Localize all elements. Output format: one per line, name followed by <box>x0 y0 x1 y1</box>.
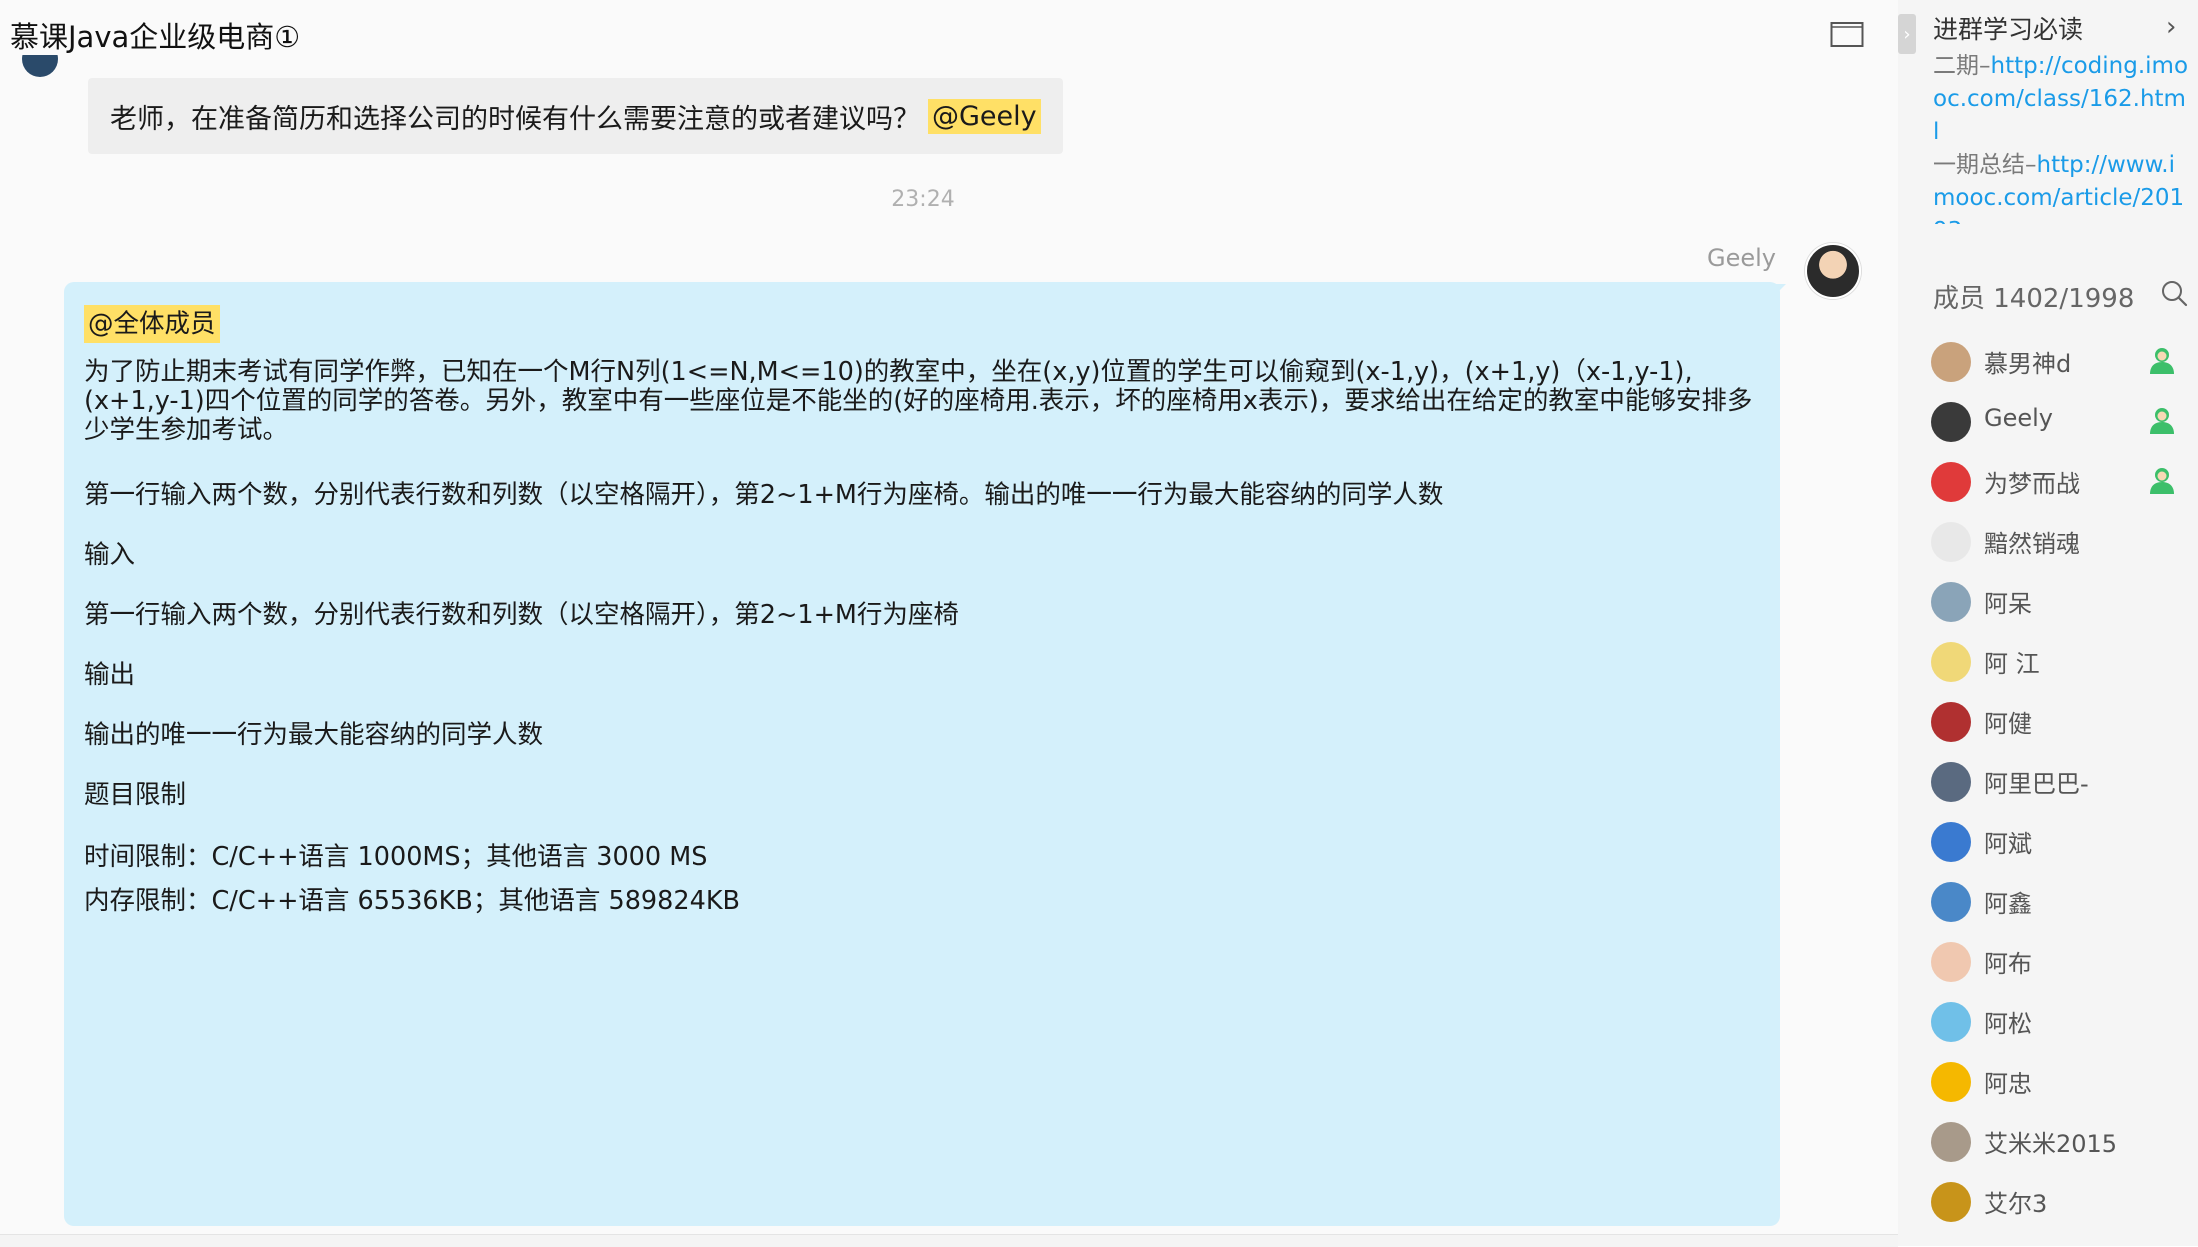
member-item[interactable]: 艾米米2015 <box>1898 1118 2198 1178</box>
member-name: 阿松 <box>1984 1010 2032 1038</box>
collapse-panel-handle[interactable]: › <box>1898 14 1916 54</box>
member-item[interactable]: 阿松 <box>1898 998 2198 1058</box>
message-paragraph: 输出的唯一一行为最大能容纳的同学人数 <box>84 720 544 750</box>
chevron-right-icon[interactable]: › <box>2166 12 2176 42</box>
member-name: 艾米米2015 <box>1984 1130 2118 1158</box>
avatar[interactable] <box>1931 1062 1971 1102</box>
avatar[interactable] <box>1931 1182 1971 1222</box>
member-name: 阿忠 <box>1984 1070 2032 1098</box>
avatar[interactable] <box>1931 702 1971 742</box>
avatar[interactable] <box>1931 1122 1971 1162</box>
member-item[interactable]: 阿布 <box>1898 938 2198 998</box>
avatar[interactable] <box>1931 942 1971 982</box>
avatar[interactable] <box>1931 582 1971 622</box>
member-name: 艾尔3 <box>1984 1190 2048 1218</box>
member-item[interactable]: 阿 江 <box>1898 638 2198 698</box>
folder-icon[interactable] <box>1830 20 1864 48</box>
avatar[interactable] <box>1931 882 1971 922</box>
member-name: 阿健 <box>1984 710 2032 738</box>
member-item[interactable]: 为梦而战 <box>1898 458 2198 518</box>
member-name: 阿里巴巴- <box>1984 770 2089 798</box>
admin-user-icon <box>2150 408 2174 434</box>
notice-prefix: 二期– <box>1933 53 1991 79</box>
member-item[interactable]: 阿忠 <box>1898 1058 2198 1118</box>
member-name: 阿 江 <box>1984 650 2040 678</box>
avatar[interactable] <box>1931 1002 1971 1042</box>
avatar[interactable] <box>1931 642 1971 682</box>
member-name: 为梦而战 <box>1984 470 2080 498</box>
mention-geely[interactable]: @Geely <box>928 98 1041 134</box>
member-item[interactable]: 阿里巴巴- <box>1898 758 2198 818</box>
avatar[interactable] <box>1931 402 1971 442</box>
member-name: 阿斌 <box>1984 830 2032 858</box>
avatar[interactable] <box>1931 822 1971 862</box>
member-item[interactable]: 慕男神d <box>1898 338 2198 398</box>
member-name: 慕男神d <box>1984 350 2072 378</box>
mention-all-members[interactable]: @全体成员 <box>84 305 220 343</box>
message-paragraph: 第一行输入两个数，分别代表行数和列数（以空格隔开），第2~1+M行为座椅 <box>84 600 959 630</box>
message-timestamp: 23:24 <box>891 187 955 212</box>
member-name: Geely <box>1984 404 2053 432</box>
memory-limit-line: 内存限制：C/C++语言 65536KB；其他语言 589824KB <box>84 886 741 916</box>
member-item[interactable]: 艾尔3 <box>1898 1178 2198 1238</box>
member-item[interactable]: 黯然销魂 <box>1898 518 2198 578</box>
chat-area: 慕课Java企业级电商① 老师，在准备简历和选择公司的时候有什么需要注意的或者建… <box>0 0 1898 1247</box>
member-name: 阿布 <box>1984 950 2032 978</box>
group-notice-title[interactable]: 进群学习必读 <box>1933 10 2083 46</box>
member-item[interactable]: 阿健 <box>1898 698 2198 758</box>
message-paragraph: 第一行输入两个数，分别代表行数和列数（以空格隔开），第2~1+M行为座椅。输出的… <box>84 480 1444 510</box>
members-count-label: 成员 1402/1998 <box>1933 284 2135 314</box>
message-paragraph: 输入 <box>84 540 136 570</box>
sender-name: Geely <box>1707 244 1776 272</box>
previous-message-bubble: 老师，在准备简历和选择公司的时候有什么需要注意的或者建议吗？ @Geely <box>88 78 1063 154</box>
chat-title: 慕课Java企业级电商① <box>10 20 301 54</box>
sender-avatar[interactable] <box>1805 243 1861 299</box>
message-paragraph: 为了防止期末考试有同学作弊，已知在一个M行N列(1<=N,M<=10)的教室中，… <box>84 357 1753 445</box>
member-item[interactable]: 阿呆 <box>1898 578 2198 638</box>
search-icon[interactable] <box>2160 279 2188 307</box>
message-paragraph: 题目限制 <box>84 780 187 810</box>
message-bubble: @全体成员 为了防止期末考试有同学作弊，已知在一个M行N列(1<=N,M<=10… <box>64 282 1780 1226</box>
time-limit-line: 时间限制：C/C++语言 1000MS；其他语言 3000 MS <box>84 842 708 872</box>
input-divider <box>0 1234 1898 1247</box>
group-notice-body: 二期–http://coding.imooc.com/class/162.htm… <box>1933 50 2191 224</box>
member-item[interactable]: 阿鑫 <box>1898 878 2198 938</box>
notice-prefix: 一期总结– <box>1933 152 2037 178</box>
member-item[interactable]: 阿斌 <box>1898 818 2198 878</box>
member-name: 阿呆 <box>1984 590 2032 618</box>
admin-user-icon <box>2150 468 2174 494</box>
avatar[interactable] <box>1931 462 1971 502</box>
member-name: 黯然销魂 <box>1984 530 2080 558</box>
avatar[interactable] <box>1931 762 1971 802</box>
message-paragraph: 输出 <box>84 660 136 690</box>
member-item[interactable]: Geely <box>1898 398 2198 458</box>
member-list[interactable]: 慕男神d Geely 为梦而战黯然销魂阿呆阿 江阿健阿里巴巴- 阿斌阿鑫阿布阿松阿忠艾… <box>1898 338 2198 1246</box>
group-info-panel: › 进群学习必读 › 二期–http://coding.imooc.com/cl… <box>1898 0 2198 1246</box>
previous-sender-avatar[interactable] <box>22 55 58 79</box>
admin-user-icon <box>2150 348 2174 374</box>
member-name: 阿鑫 <box>1984 890 2032 918</box>
avatar[interactable] <box>1931 342 1971 382</box>
previous-message-text: 老师，在准备简历和选择公司的时候有什么需要注意的或者建议吗？ <box>110 103 920 135</box>
avatar[interactable] <box>1931 522 1971 562</box>
